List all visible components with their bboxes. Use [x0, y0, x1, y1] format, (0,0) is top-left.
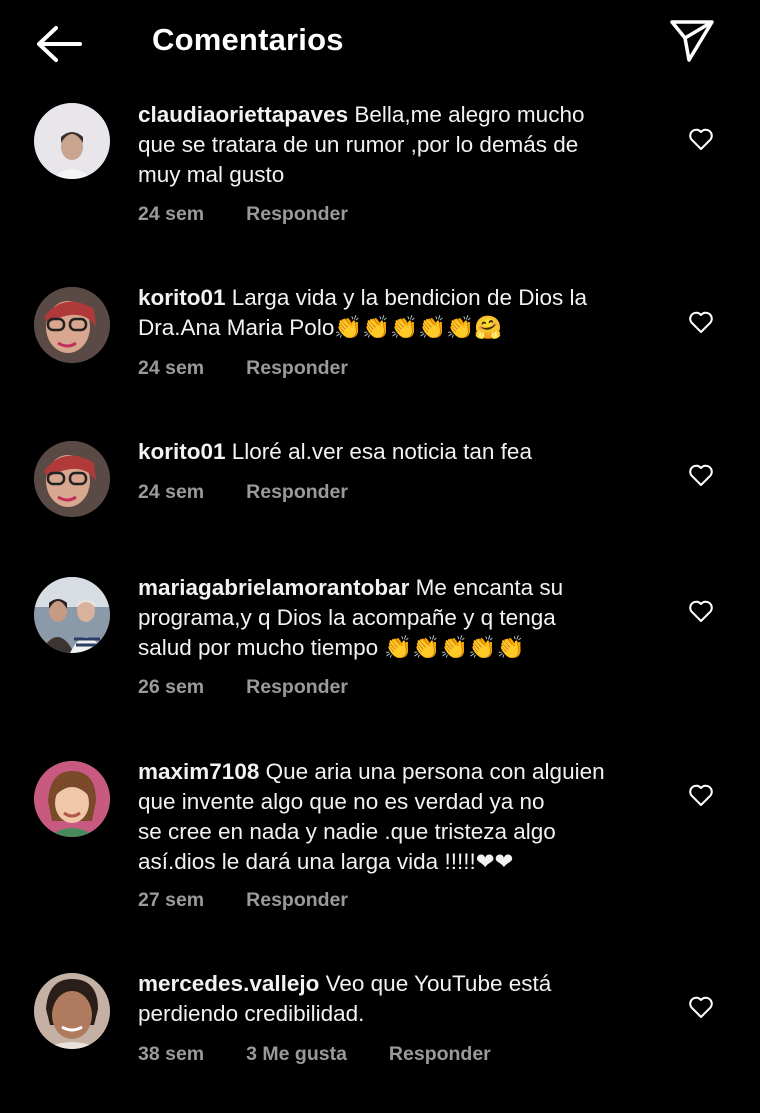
- reply-button[interactable]: Responder: [246, 203, 348, 226]
- reply-button[interactable]: Responder: [246, 357, 348, 380]
- header: Comentarios: [0, 0, 760, 86]
- comment-time: 24 sem: [138, 357, 205, 379]
- comment-text: claudiaoriettapaves Bella,me alegro much…: [138, 102, 585, 187]
- page-title: Comentarios: [152, 22, 344, 57]
- reply-button[interactable]: Responder: [246, 676, 348, 699]
- comment-text: mercedes.vallejo Veo que YouTube está pe…: [138, 971, 552, 1026]
- comment-username[interactable]: mercedes.vallejo: [138, 971, 319, 996]
- comment-meta: 24 sem Responder: [138, 203, 348, 226]
- avatar[interactable]: [34, 287, 110, 363]
- arrow-left-icon[interactable]: [34, 24, 84, 64]
- comment-meta: 38 sem 3 Me gusta Responder: [138, 1043, 491, 1066]
- comment-time: 38 sem: [138, 1043, 205, 1065]
- heart-icon[interactable]: [688, 995, 714, 1019]
- avatar[interactable]: [34, 441, 110, 517]
- avatar[interactable]: [34, 577, 110, 653]
- comment-meta: 27 sem Responder: [138, 889, 348, 912]
- heart-icon[interactable]: [688, 783, 714, 807]
- heart-icon[interactable]: [688, 463, 714, 487]
- heart-icon[interactable]: [688, 599, 714, 623]
- comment-username[interactable]: maxim7108: [138, 759, 259, 784]
- heart-icon[interactable]: [688, 127, 714, 151]
- comment-meta: 24 sem Responder: [138, 481, 348, 504]
- comment-time: 24 sem: [138, 481, 205, 503]
- reply-button[interactable]: Responder: [246, 481, 348, 504]
- comment-username[interactable]: korito01: [138, 439, 226, 464]
- comment-time: 26 sem: [138, 676, 205, 698]
- comment-meta: 26 sem Responder: [138, 676, 348, 699]
- comment-text: korito01 Lloré al.ver esa noticia tan fe…: [138, 439, 532, 464]
- reply-button[interactable]: Responder: [389, 1043, 491, 1066]
- comment-username[interactable]: korito01: [138, 285, 226, 310]
- comment-text: mariagabrielamorantobar Me encanta su pr…: [138, 575, 564, 660]
- avatar[interactable]: [34, 761, 110, 837]
- comment-username[interactable]: claudiaoriettapaves: [138, 102, 348, 127]
- paper-plane-icon[interactable]: [668, 18, 716, 64]
- likes-count[interactable]: 3 Me gusta: [246, 1043, 347, 1066]
- comment-text: maxim7108 Que aria una persona con algui…: [138, 759, 605, 874]
- comment-time: 24 sem: [138, 203, 205, 225]
- avatar[interactable]: [34, 103, 110, 179]
- reply-button[interactable]: Responder: [246, 889, 348, 912]
- comment-meta: 24 sem Responder: [138, 357, 348, 380]
- comment-text: korito01 Larga vida y la bendicion de Di…: [138, 285, 588, 340]
- heart-icon[interactable]: [688, 310, 714, 334]
- comment-username[interactable]: mariagabrielamorantobar: [138, 575, 409, 600]
- comment-time: 27 sem: [138, 889, 205, 911]
- avatar[interactable]: [34, 973, 110, 1049]
